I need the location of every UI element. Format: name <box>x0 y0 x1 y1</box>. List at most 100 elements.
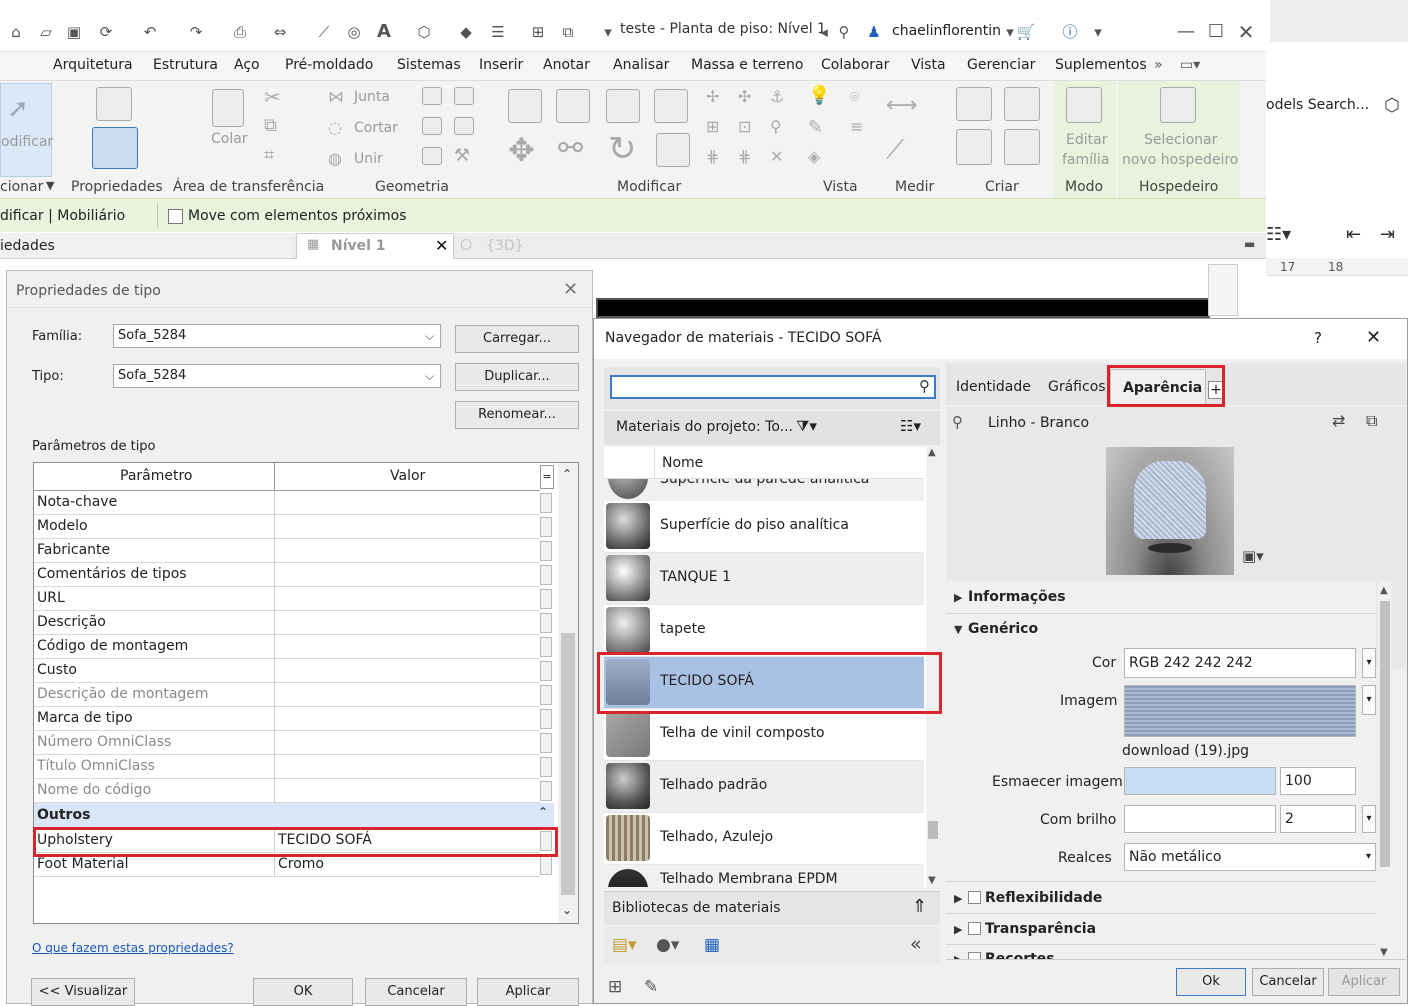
edit-button[interactable] <box>540 637 552 657</box>
col-valor[interactable]: Valor <box>390 468 425 484</box>
section-transparencia[interactable]: ▶ Transparência <box>954 921 1096 937</box>
cut-icon[interactable]: ✂ <box>264 85 281 109</box>
properties-icon[interactable] <box>92 127 138 169</box>
tab-3d[interactable]: {3D} <box>486 238 524 254</box>
libraries-bar[interactable]: Bibliotecas de materiais ⇑ <box>604 891 940 925</box>
text-icon[interactable]: A <box>374 23 394 41</box>
scroll-up-icon[interactable]: ▲ <box>928 447 936 458</box>
customize-icon[interactable]: ▾ <box>598 23 618 41</box>
geometry-tool-icon[interactable] <box>422 87 442 105</box>
geometry-tool-icon[interactable] <box>422 147 442 165</box>
scroll-up-icon[interactable]: ⌃ <box>562 467 572 481</box>
apply-button[interactable]: Aplicar <box>477 978 579 1006</box>
move-icon[interactable]: ✥ <box>508 131 535 169</box>
unpin-icon[interactable]: ⚲ <box>770 117 782 136</box>
aligned-dimension-icon[interactable]: ⟋ <box>886 135 904 166</box>
edit-button[interactable] <box>540 781 552 801</box>
mirror-draw-icon[interactable] <box>654 89 688 123</box>
collapse-icon[interactable]: ⌃ <box>538 805 548 819</box>
trim-icon[interactable] <box>656 133 690 167</box>
preview-button[interactable]: << Visualizar <box>31 978 135 1006</box>
group-outros[interactable]: Outros ⌃ <box>34 803 554 829</box>
measure-between-icon[interactable]: ⟷ <box>886 93 918 118</box>
edit-button[interactable] <box>540 661 552 681</box>
library-folder-icon[interactable]: ▤▾ <box>612 935 637 955</box>
table-row[interactable]: Marca de tipo <box>34 707 552 731</box>
view-options-icon[interactable]: ☷▾ <box>900 417 921 435</box>
match-properties-icon[interactable]: ⌗ <box>264 145 274 166</box>
menu-colaborar[interactable]: Colaborar <box>821 57 889 73</box>
help-link[interactable]: O que fazem estas propriedades? <box>32 941 234 955</box>
table-row[interactable]: Número OmniClass <box>34 731 552 755</box>
browse-material-button[interactable] <box>540 855 552 875</box>
list-item[interactable]: Superfície da parede analítica <box>604 479 924 501</box>
line-style-icon[interactable]: ≡ <box>850 117 863 136</box>
table-row[interactable]: Descrição <box>34 611 552 635</box>
color-field[interactable]: RGB 242 242 242 <box>1124 648 1356 678</box>
expand-up-icon[interactable]: ⇑ <box>912 896 927 917</box>
minimize-icon[interactable]: — <box>1176 23 1196 41</box>
table-row[interactable]: URL <box>34 587 552 611</box>
browser-toggle-icon[interactable]: ⊞ <box>608 977 622 997</box>
help-dropdown-icon[interactable]: ▾ <box>1088 23 1108 41</box>
mirror-axis-icon[interactable] <box>606 89 640 123</box>
close-icon[interactable]: ✕ <box>1366 327 1381 348</box>
color-dropdown-icon[interactable]: ▾ <box>1362 648 1376 678</box>
cut-geometry-label[interactable]: Cortar <box>354 120 398 136</box>
bulb-icon[interactable]: 💡 <box>808 85 830 106</box>
image-swatch[interactable] <box>1124 685 1356 737</box>
rename-button[interactable]: Renomear... <box>455 401 579 429</box>
user-icon[interactable]: ♟ <box>864 23 884 41</box>
menu-inserir[interactable]: Inserir <box>479 57 523 73</box>
navigation-bar[interactable] <box>1208 264 1238 316</box>
save-icon[interactable]: ▣ <box>64 23 84 41</box>
menu-aco[interactable]: Aço <box>234 57 260 73</box>
split-gap-icon[interactable]: ✣ <box>738 87 751 106</box>
tab-nivel-1[interactable]: ▦ Nível 1 ✕ <box>296 233 454 259</box>
filter-icon[interactable]: ⧩▾ <box>796 417 817 435</box>
switch-windows-icon[interactable]: ⧉ <box>558 23 578 41</box>
cube-icon[interactable]: ⬡ <box>1384 95 1400 116</box>
ribbon-toggle-icon[interactable]: ▭▾ <box>1180 57 1200 73</box>
menu-arquitetura[interactable]: Arquitetura <box>53 57 133 73</box>
table-row[interactable]: Fabricante <box>34 539 552 563</box>
close-icon[interactable]: ✕ <box>563 279 578 300</box>
tab-identidade[interactable]: Identidade <box>956 379 1031 395</box>
pin-icon[interactable]: ⚓ <box>770 87 784 106</box>
thin-lines-icon[interactable]: ☰ <box>488 23 508 41</box>
family-select[interactable]: Sofa_5284 ⌵ <box>113 324 441 348</box>
outdent-icon[interactable]: ⇤ <box>1346 224 1361 245</box>
modify-tool[interactable]: ➚ odificar <box>0 83 53 177</box>
edit-button[interactable] <box>540 565 552 585</box>
more-tabs-icon[interactable]: » <box>1154 57 1163 73</box>
select-dropdown-icon[interactable]: ▼ <box>46 179 54 192</box>
close-icon[interactable]: ✕ <box>1236 22 1256 42</box>
table-row[interactable]: Comentários de tipos <box>34 563 552 587</box>
menu-suplementos[interactable]: Suplementos <box>1055 57 1147 73</box>
paste-icon[interactable] <box>212 89 244 127</box>
help-icon[interactable]: ⓘ <box>1060 23 1080 41</box>
col-parametro[interactable]: Parâmetro <box>120 468 192 484</box>
menu-pre-moldado[interactable]: Pré-moldado <box>285 57 373 73</box>
list-item[interactable]: Telhado padrão <box>604 761 924 813</box>
type-properties-icon[interactable] <box>96 87 132 121</box>
list-item[interactable]: tapete <box>604 605 924 657</box>
menu-gerenciar[interactable]: Gerenciar <box>967 57 1035 73</box>
search-input[interactable]: ⚲ <box>610 375 936 399</box>
demolish-icon[interactable]: ⚒ <box>454 145 470 166</box>
3d-view-icon[interactable]: ⬡ <box>414 23 434 41</box>
menu-estrutura[interactable]: Estrutura <box>153 57 218 73</box>
image-file[interactable]: download (19).jpg <box>1122 743 1249 759</box>
undo-icon[interactable]: ↶ <box>140 23 160 41</box>
section-reflexibilidade[interactable]: ▶ Reflexibilidade <box>954 890 1102 906</box>
edit-button[interactable] <box>540 613 552 633</box>
ok-button[interactable]: OK <box>253 978 353 1006</box>
redo-icon[interactable]: ↷ <box>186 23 206 41</box>
scroll-thumb[interactable] <box>1380 601 1390 867</box>
models-search[interactable]: odels Search... <box>1266 97 1369 113</box>
col-nome[interactable]: Nome <box>662 455 703 471</box>
highlights-select[interactable]: Não metálico ▾ <box>1124 843 1376 871</box>
gloss-value[interactable]: 2 <box>1280 805 1356 833</box>
fade-value[interactable]: 100 <box>1280 767 1356 795</box>
close-hidden-icon[interactable]: ⊞ <box>528 23 548 41</box>
